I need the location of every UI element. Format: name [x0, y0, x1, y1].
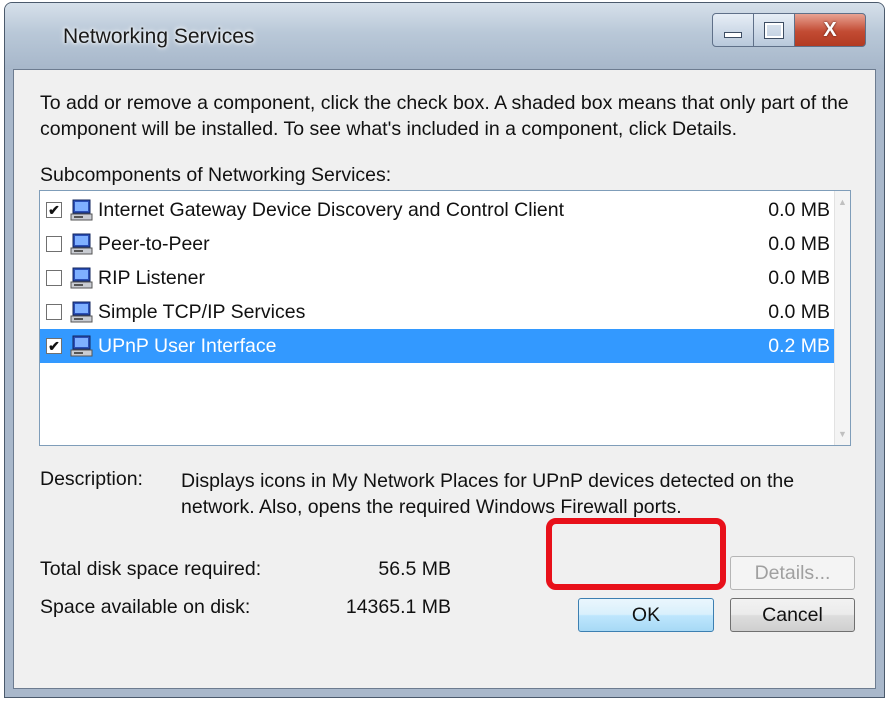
- close-button[interactable]: X: [794, 13, 866, 47]
- scroll-up-icon[interactable]: ▲: [838, 197, 847, 207]
- details-button[interactable]: Details...: [730, 556, 855, 590]
- description-text: Displays icons in My Network Places for …: [181, 470, 795, 518]
- component-size: 0.0 MB: [768, 266, 830, 289]
- list-item[interactable]: Peer-to-Peer 0.0 MB: [40, 227, 835, 261]
- component-checkbox[interactable]: [46, 270, 62, 286]
- minimize-icon: [724, 32, 742, 38]
- component-checkbox[interactable]: ✔: [46, 202, 62, 218]
- network-computer-icon: [70, 266, 94, 290]
- instructions-text: To add or remove a component, click the …: [40, 92, 849, 140]
- component-label: RIP Listener: [98, 266, 205, 289]
- maximize-icon: [764, 21, 784, 39]
- component-label: Peer-to-Peer: [98, 232, 210, 255]
- title-bar[interactable]: Networking Services X: [5, 3, 884, 69]
- networking-services-dialog: Networking Services X To add or remove a…: [4, 2, 885, 698]
- network-computer-icon: [70, 232, 94, 256]
- list-item[interactable]: ✔ Internet Gateway Device Discovery and C…: [40, 193, 835, 227]
- network-computer-icon: [70, 198, 94, 222]
- total-disk-value: 56.5 MB: [378, 558, 451, 580]
- component-checkbox[interactable]: [46, 236, 62, 252]
- network-computer-icon: [70, 300, 94, 324]
- component-size: 0.0 MB: [768, 232, 830, 255]
- description-label: Description:: [40, 468, 143, 490]
- scroll-down-icon[interactable]: ▼: [838, 429, 847, 439]
- component-size: 0.0 MB: [768, 300, 830, 323]
- subcomponents-label: Subcomponents of Networking Services:: [40, 164, 392, 186]
- ok-button[interactable]: OK: [578, 598, 714, 632]
- list-item[interactable]: ✔ UPnP User Interface 0.2 MB: [40, 329, 835, 363]
- total-disk-label: Total disk space required:: [40, 558, 262, 580]
- component-label: Internet Gateway Device Discovery and Co…: [98, 198, 565, 221]
- component-label: UPnP User Interface: [98, 334, 277, 357]
- close-icon: X: [823, 18, 837, 41]
- subcomponents-list[interactable]: ✔ Internet Gateway Device Discovery and C…: [39, 190, 851, 446]
- network-computer-icon: [70, 334, 94, 358]
- maximize-button[interactable]: [753, 13, 795, 47]
- cancel-button[interactable]: Cancel: [730, 598, 855, 632]
- window-title: Networking Services: [63, 25, 255, 48]
- component-checkbox[interactable]: ✔: [46, 338, 62, 354]
- component-size: 0.2 MB: [768, 334, 830, 357]
- list-scrollbar[interactable]: ▲ ▼: [834, 191, 850, 445]
- available-disk-value: 14365.1 MB: [345, 596, 451, 618]
- available-disk-label: Space available on disk:: [40, 596, 251, 618]
- component-label: Simple TCP/IP Services: [98, 300, 306, 323]
- component-checkbox[interactable]: [46, 304, 62, 320]
- list-item[interactable]: RIP Listener 0.0 MB: [40, 261, 835, 295]
- ok-button-highlight: [546, 518, 726, 590]
- list-item[interactable]: Simple TCP/IP Services 0.0 MB: [40, 295, 835, 329]
- dialog-body: To add or remove a component, click the …: [13, 69, 876, 689]
- component-size: 0.0 MB: [768, 198, 830, 221]
- minimize-button[interactable]: [712, 13, 754, 47]
